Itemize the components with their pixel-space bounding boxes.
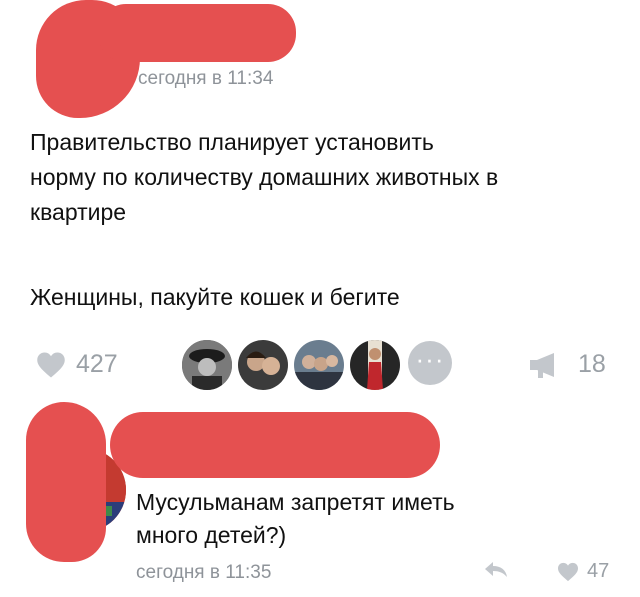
post-like-count: 427 (76, 350, 118, 378)
liked-by-avatars[interactable]: ··· (180, 338, 460, 392)
post-text-line: норму по количеству домашних животных в (30, 164, 499, 190)
heart-icon (558, 562, 578, 581)
post-like-button[interactable]: 427 (36, 350, 118, 379)
comment-like-count: 47 (587, 560, 610, 582)
reply-arrow-icon (485, 562, 507, 577)
post-actions-bar: 427 ··· 18 (0, 338, 640, 392)
liker-avatar (180, 338, 234, 392)
liker-avatar (348, 338, 402, 392)
more-likers-button[interactable]: ··· (408, 341, 452, 385)
comment-text-line: Мусульманам запретят иметь (136, 489, 455, 515)
post-text: Правительство планирует установить норму… (30, 125, 620, 315)
post-share-button[interactable]: 18 (528, 350, 606, 379)
heart-icon (37, 352, 65, 377)
liker-avatar (236, 338, 290, 392)
post-share-count: 18 (578, 350, 606, 378)
redaction-mark-comment-avatar (26, 402, 106, 562)
megaphone-icon (530, 352, 554, 378)
post-text-line: Правительство планирует установить (30, 129, 434, 155)
comment-like-button[interactable]: 47 (557, 560, 609, 583)
post-text-line: квартире (30, 199, 127, 225)
post-timestamp[interactable]: сегодня в 11:34 (138, 68, 273, 90)
redaction-mark-comment-author (110, 412, 440, 478)
comment-text: Мусульманам запретят иметь много детей?) (136, 486, 616, 552)
post-text-line: Женщины, пакуйте кошек и бегите (30, 284, 400, 310)
comment-timestamp[interactable]: сегодня в 11:35 (136, 562, 271, 584)
reply-button[interactable] (483, 560, 509, 585)
comment-text-line: много детей?) (136, 522, 287, 548)
liker-avatar (292, 338, 346, 392)
redaction-mark-post-author (98, 4, 296, 62)
